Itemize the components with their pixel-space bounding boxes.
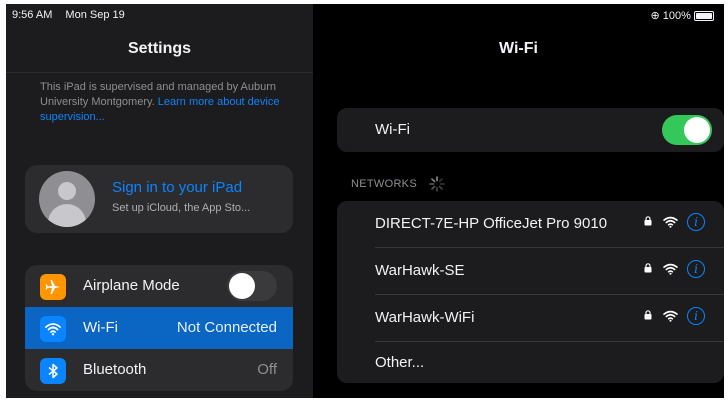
info-icon[interactable]: i [687,307,705,325]
networks-section-header: NETWORKS [351,178,417,190]
other-network-label: Other... [375,354,425,371]
lock-icon [644,263,652,276]
status-bar-right: ⊕ 100% [651,9,714,22]
sign-in-subtitle: Set up iCloud, the App Sto... [112,202,251,214]
wifi-toggle-row: Wi-Fi [337,108,724,152]
toggle-knob [229,273,255,299]
sidebar-item-label: Wi-Fi [83,319,118,336]
ipad-screen: 9:56 AM Mon Sep 19 Settings This iPad is… [6,4,724,398]
lock-icon [644,216,652,229]
status-bar-left: 9:56 AM Mon Sep 19 [12,9,125,21]
sidebar-title: Settings [127,40,192,57]
wifi-detail-pane: ⊕ 100% Wi-Fi Wi-Fi NETWORKS DIRECT-7E-HP… [313,4,724,398]
toggle-knob [684,117,710,143]
info-icon[interactable]: i [687,260,705,278]
airplane-mode-toggle[interactable] [227,271,277,301]
wifi-toggle[interactable] [662,115,712,145]
network-row[interactable]: WarHawk-SE i [337,248,724,294]
orientation-lock-icon: ⊕ [650,10,660,22]
lock-icon [644,310,652,323]
status-time: 9:56 AM [12,9,53,21]
avatar-body [48,204,86,227]
network-name: WarHawk-WiFi [375,309,475,326]
settings-sidebar: 9:56 AM Mon Sep 19 Settings This iPad is… [6,4,313,398]
status-date: Mon Sep 19 [65,9,125,21]
other-network-row[interactable]: Other... [337,342,724,383]
page-title: Wi-Fi [499,40,538,57]
sidebar-header: 9:56 AM Mon Sep 19 Settings [6,4,313,73]
bluetooth-icon [40,358,66,384]
sidebar-item-label: Airplane Mode [83,277,180,294]
connectivity-group: Airplane Mode Wi-Fi Not Connected Blueto… [25,265,293,391]
wifi-signal-icon [663,215,678,233]
sidebar-item-label: Bluetooth [83,361,147,378]
loading-spinner-icon [429,176,445,196]
wifi-signal-icon [663,309,678,327]
wifi-signal-icon [663,262,678,280]
sign-in-card[interactable]: Sign in to your iPad Set up iCloud, the … [25,165,293,233]
network-row[interactable]: WarHawk-WiFi i [337,295,724,341]
supervision-notice: This iPad is supervised and managed by A… [40,80,285,125]
info-icon[interactable]: i [687,213,705,231]
avatar [39,171,95,227]
network-row[interactable]: DIRECT-7E-HP OfficeJet Pro 9010 i [337,201,724,247]
sidebar-item-value: Not Connected [176,319,277,336]
sidebar-item-value: Off [257,361,277,378]
sidebar-item-wifi[interactable]: Wi-Fi Not Connected [25,307,293,349]
network-name: WarHawk-SE [375,262,465,279]
wifi-icon [40,316,66,342]
wifi-toggle-label: Wi-Fi [375,121,410,138]
battery-icon [694,11,714,22]
battery-percentage: 100% [662,10,691,22]
sidebar-item-airplane-mode: Airplane Mode [25,265,293,307]
sidebar-item-bluetooth[interactable]: Bluetooth Off [25,349,293,391]
networks-list: DIRECT-7E-HP OfficeJet Pro 9010 i WarHaw… [337,201,724,383]
sign-in-title: Sign in to your iPad [112,179,243,196]
airplane-icon [40,274,66,300]
network-name: DIRECT-7E-HP OfficeJet Pro 9010 [375,215,608,232]
avatar-head [58,182,76,200]
